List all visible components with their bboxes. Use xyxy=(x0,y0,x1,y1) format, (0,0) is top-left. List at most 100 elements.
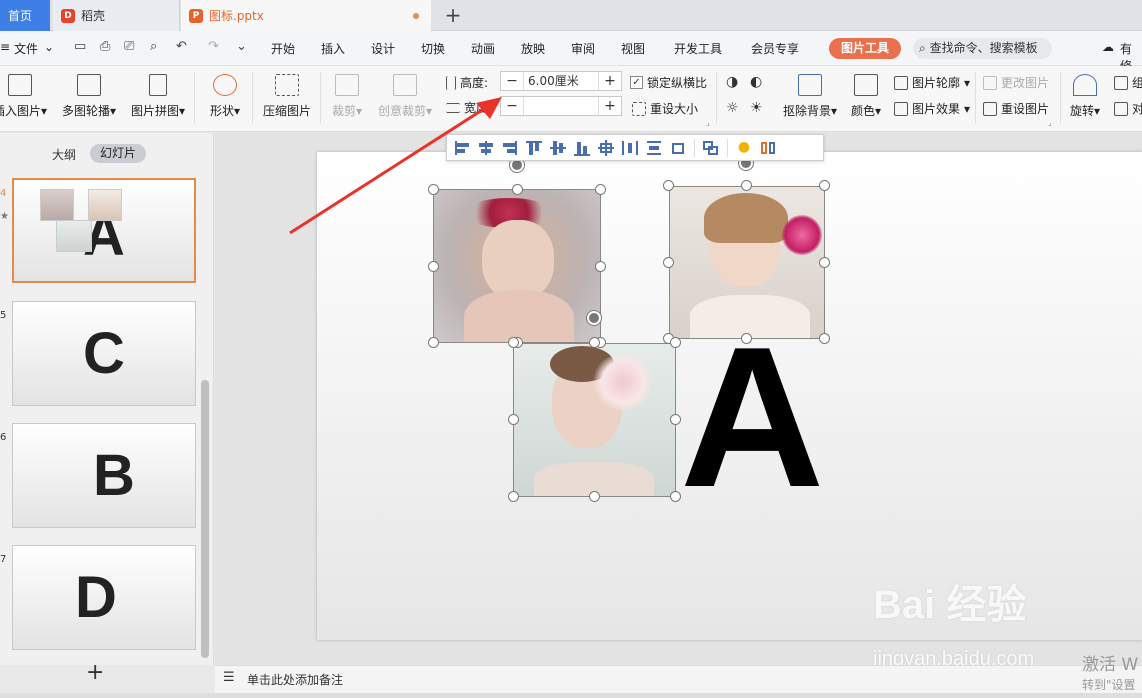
size-match-icon[interactable] xyxy=(668,139,688,157)
resize-handle[interactable] xyxy=(589,337,600,348)
picture-effect-button[interactable]: 图片效果 ▾ xyxy=(894,100,970,117)
resize-handle[interactable] xyxy=(819,257,830,268)
resize-handle[interactable] xyxy=(670,337,681,348)
resize-handle[interactable] xyxy=(741,180,752,191)
decrease-brightness-icon[interactable]: ☀ xyxy=(750,100,763,116)
picture-icon xyxy=(8,74,32,96)
decrease-contrast-icon[interactable]: ◐ xyxy=(750,74,762,90)
customize-toolbar-icon[interactable]: ⌄ xyxy=(236,39,247,54)
tab-file-pptx[interactable]: P 图标.pptx xyxy=(181,0,431,31)
chevron-down-icon[interactable]: ⌄ xyxy=(44,40,54,54)
tab-outline[interactable]: 大纲 xyxy=(52,146,76,163)
hamburger-menu-icon[interactable]: ≡ xyxy=(0,40,10,54)
color-button[interactable]: 颜色▾ xyxy=(848,74,884,119)
export-pdf-icon[interactable]: ⎙ xyxy=(100,39,110,54)
menu-insert[interactable]: 插入 xyxy=(321,40,345,57)
tab-docer[interactable]: D 稻壳 xyxy=(53,0,180,31)
menu-file[interactable]: 文件 xyxy=(14,40,38,57)
search-input[interactable]: ⌕ 查找命令、搜索模板 xyxy=(913,38,1052,59)
dialog-launcher-icon[interactable]: ⌟ xyxy=(706,118,710,127)
slide-thumbnail-6[interactable]: B xyxy=(12,423,196,528)
group-objects-icon[interactable] xyxy=(701,139,721,157)
distribute-horizontal-icon[interactable] xyxy=(620,139,640,157)
dialog-launcher-icon[interactable]: ⌟ xyxy=(1048,118,1052,127)
resize-handle[interactable] xyxy=(670,414,681,425)
reset-picture-button[interactable]: 重设图片 xyxy=(983,100,1049,117)
notes-placeholder[interactable]: 单击此处添加备注 xyxy=(247,671,343,688)
resize-handle[interactable] xyxy=(663,180,674,191)
add-slide-button[interactable]: + xyxy=(86,660,104,685)
split-view-icon[interactable] xyxy=(758,139,778,157)
height-input[interactable]: 6.00厘米 xyxy=(523,72,599,90)
slide-thumbnail-5[interactable]: C xyxy=(12,301,196,406)
resize-handle[interactable] xyxy=(589,491,600,502)
resize-handle[interactable] xyxy=(508,414,519,425)
insert-picture-button[interactable]: 插入图片▾ xyxy=(0,74,50,119)
menu-animation[interactable]: 动画 xyxy=(471,40,495,57)
align-center-both-icon[interactable] xyxy=(596,139,616,157)
menu-start[interactable]: 开始 xyxy=(271,40,295,57)
group-button[interactable]: 组 xyxy=(1114,74,1142,91)
picture-collage-button[interactable]: 图片拼图▾ xyxy=(127,74,189,119)
menu-transition[interactable]: 切换 xyxy=(421,40,445,57)
rotate-handle-icon[interactable] xyxy=(587,311,601,325)
menu-view[interactable]: 视图 xyxy=(621,40,645,57)
picture-woman-white-flower[interactable] xyxy=(513,343,676,497)
resize-handle[interactable] xyxy=(741,333,752,344)
menu-design[interactable]: 设计 xyxy=(371,40,395,57)
undo-icon[interactable]: ↶ xyxy=(176,39,187,54)
picture-woman-pink-flower[interactable] xyxy=(669,186,825,339)
align-top-icon[interactable] xyxy=(524,139,544,157)
thumbnail-scrollbar[interactable] xyxy=(201,380,209,658)
reset-size-icon xyxy=(632,101,646,116)
resize-handle[interactable] xyxy=(428,261,439,272)
print-icon[interactable]: ⎚ xyxy=(124,39,134,54)
increase-brightness-icon[interactable]: ☼ xyxy=(726,100,739,116)
slide-thumbnail-letter: C xyxy=(83,321,125,386)
reset-size-button[interactable]: 重设大小 xyxy=(632,100,698,117)
resize-handle[interactable] xyxy=(595,184,606,195)
slide-thumbnail-7[interactable]: D xyxy=(12,545,196,650)
rotate-button[interactable]: 旋转▾ xyxy=(1066,74,1104,119)
cloud-icon[interactable]: ☁ xyxy=(1102,40,1114,54)
change-picture-button[interactable]: 更改图片 xyxy=(983,74,1049,91)
save-icon[interactable]: ▭ xyxy=(74,39,86,54)
multi-carousel-button[interactable]: 多图轮播▾ xyxy=(58,74,120,119)
resize-handle[interactable] xyxy=(819,333,830,344)
redo-icon[interactable]: ↷ xyxy=(208,39,219,54)
width-input[interactable] xyxy=(523,97,599,115)
toolbar-separator xyxy=(727,138,728,157)
insert-picture-label: 插入图片 xyxy=(0,104,41,118)
lightbulb-icon[interactable]: ● xyxy=(734,139,754,157)
menu-slideshow[interactable]: 放映 xyxy=(521,40,545,57)
height-increase-button[interactable]: + xyxy=(599,72,621,90)
picture-outline-button[interactable]: 图片轮廓 ▾ xyxy=(894,74,970,91)
notes-bar[interactable]: ☰ 单击此处添加备注 xyxy=(215,665,1142,693)
slide-letter-text[interactable]: A xyxy=(680,318,824,518)
slide-thumbnail-4[interactable]: A xyxy=(12,178,196,283)
width-increase-button[interactable]: + xyxy=(599,97,621,115)
resize-handle[interactable] xyxy=(428,337,439,348)
remove-background-button[interactable]: 抠除背景▾ xyxy=(780,74,840,119)
shape-button[interactable]: 形状▾ xyxy=(205,74,245,119)
print-preview-icon[interactable]: ⌕ xyxy=(150,39,157,54)
align-bottom-icon[interactable] xyxy=(572,139,592,157)
resize-handle[interactable] xyxy=(663,257,674,268)
tab-home[interactable]: 首页 xyxy=(0,0,50,31)
lock-aspect-ratio-checkbox[interactable]: ✓ 锁定纵横比 xyxy=(630,74,707,91)
new-tab-button[interactable]: + xyxy=(440,3,466,29)
resize-handle[interactable] xyxy=(508,337,519,348)
tab-slides[interactable]: 幻灯片 xyxy=(90,144,146,163)
resize-handle[interactable] xyxy=(508,491,519,502)
menu-review[interactable]: 审阅 xyxy=(571,40,595,57)
resize-handle[interactable] xyxy=(670,491,681,502)
align-button[interactable]: 对 xyxy=(1114,100,1142,117)
menu-member[interactable]: 会员专享 xyxy=(751,40,799,57)
resize-handle[interactable] xyxy=(595,261,606,272)
align-middle-icon[interactable] xyxy=(548,139,568,157)
resize-handle[interactable] xyxy=(819,180,830,191)
tab-picture-tools[interactable]: 图片工具 xyxy=(829,38,901,59)
distribute-vertical-icon[interactable] xyxy=(644,139,664,157)
increase-contrast-icon[interactable]: ◑ xyxy=(726,74,738,90)
menu-developer[interactable]: 开发工具 xyxy=(674,40,722,57)
